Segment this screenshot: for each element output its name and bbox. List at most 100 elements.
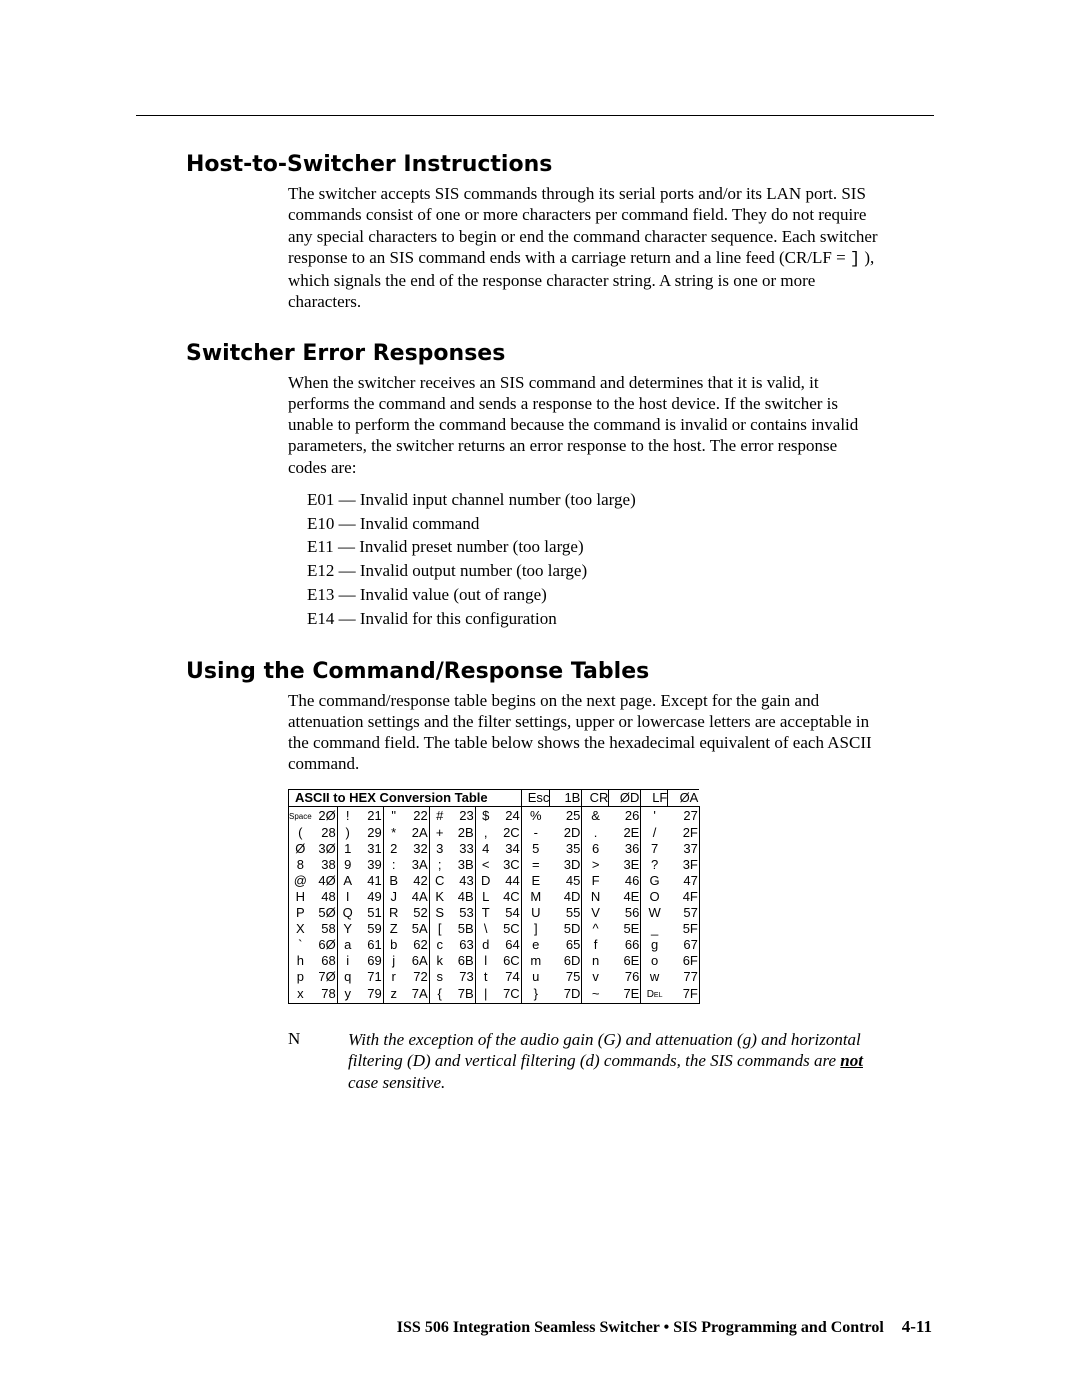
- ascii-cell-hex: 74: [496, 969, 522, 985]
- ascii-cell-hex: 65: [550, 937, 582, 953]
- ascii-cell-hex: 24: [496, 806, 522, 825]
- ascii-cell-hex: 6C: [496, 953, 522, 969]
- ascii-cell-hex: 64: [496, 937, 522, 953]
- ascii-cell-hex: 23: [450, 806, 476, 825]
- ascii-cell-hex: 36: [609, 841, 641, 857]
- ascii-cell-char: *: [383, 825, 404, 841]
- ascii-cell-hex: 58: [312, 921, 338, 937]
- ascii-cell-hex: 51: [358, 905, 384, 921]
- ascii-cell-hex: 7D: [550, 985, 582, 1004]
- ascii-cell-hex: 28: [312, 825, 338, 841]
- ascii-cell-char: H: [289, 889, 312, 905]
- ascii-cell-hex: 3A: [404, 857, 430, 873]
- ascii-cell-hex: 32: [404, 841, 430, 857]
- ascii-cell-hex: 38: [312, 857, 338, 873]
- ascii-cell-hex: 79: [358, 985, 384, 1004]
- ascii-cell-hex: 22: [404, 806, 430, 825]
- ascii-cell-hex: 7E: [609, 985, 641, 1004]
- ascii-cell-hex: 69: [358, 953, 384, 969]
- heading-host-to-switcher: Host-to-Switcher Instructions: [186, 152, 880, 177]
- ascii-cell-char: +: [429, 825, 450, 841]
- ascii-cell-hex: 63: [450, 937, 476, 953]
- ascii-cell-char: F: [582, 873, 609, 889]
- paragraph-tables-intro: The command/response table begins on the…: [288, 690, 880, 775]
- ascii-cell-hex: 5E: [609, 921, 641, 937]
- ascii-cell-char: ^: [582, 921, 609, 937]
- ascii-cell-char: j: [383, 953, 404, 969]
- crlf-symbol: ]: [850, 250, 860, 269]
- ascii-cell-char: /: [641, 825, 668, 841]
- note-label: N: [288, 1029, 348, 1049]
- ascii-cell-hex: 5Ø: [312, 905, 338, 921]
- note-text: With the exception of the audio gain (G)…: [348, 1029, 880, 1094]
- ascii-cell-char: J: [383, 889, 404, 905]
- ascii-cell-hex: 21: [358, 806, 384, 825]
- ascii-cell-hex: 6B: [450, 953, 476, 969]
- ascii-cell-char: ,: [475, 825, 496, 841]
- ascii-header-hex: 1B: [550, 789, 582, 806]
- ascii-cell-char: !: [337, 806, 358, 825]
- ascii-cell-char: O: [641, 889, 668, 905]
- ascii-cell-char: %: [521, 806, 550, 825]
- ascii-cell-char: L: [475, 889, 496, 905]
- ascii-cell-char: 1: [337, 841, 358, 857]
- ascii-cell-hex: 2Ø: [312, 806, 338, 825]
- ascii-cell-char: l: [475, 953, 496, 969]
- ascii-cell-char: M: [521, 889, 550, 905]
- ascii-cell-hex: 5F: [668, 921, 700, 937]
- ascii-cell-char: e: [521, 937, 550, 953]
- ascii-header-ch: CR: [582, 789, 609, 806]
- ascii-cell-hex: 72: [404, 969, 430, 985]
- ascii-cell-char: Del: [641, 985, 668, 1004]
- footer-page-number: 4-11: [902, 1317, 932, 1336]
- ascii-cell-hex: 25: [550, 806, 582, 825]
- ascii-cell-hex: 4D: [550, 889, 582, 905]
- ascii-cell-char: r: [383, 969, 404, 985]
- ascii-cell-char: g: [641, 937, 668, 953]
- ascii-cell-char: Space: [289, 806, 312, 825]
- ascii-cell-char: #: [429, 806, 450, 825]
- top-horizontal-rule: [136, 115, 934, 116]
- error-code-item: E12 — Invalid output number (too large): [307, 559, 880, 583]
- ascii-cell-char: ?: [641, 857, 668, 873]
- ascii-cell-char: c: [429, 937, 450, 953]
- heading-error-responses: Switcher Error Responses: [186, 341, 880, 366]
- error-code-item: E14 — Invalid for this configuration: [307, 607, 880, 631]
- page-footer: ISS 506 Integration Seamless Switcher • …: [0, 1317, 932, 1337]
- ascii-cell-hex: 3D: [550, 857, 582, 873]
- ascii-cell-char: `: [289, 937, 312, 953]
- ascii-cell-char: T: [475, 905, 496, 921]
- p1-part-a: The switcher accepts SIS commands throug…: [288, 184, 878, 267]
- p2-text: When the switcher receives an SIS comman…: [288, 373, 858, 477]
- heading-command-tables: Using the Command/Response Tables: [186, 659, 880, 684]
- ascii-cell-hex: 5B: [450, 921, 476, 937]
- ascii-cell-char: I: [337, 889, 358, 905]
- ascii-cell-hex: 43: [450, 873, 476, 889]
- ascii-cell-hex: 2E: [609, 825, 641, 841]
- ascii-cell-char: i: [337, 953, 358, 969]
- ascii-cell-hex: 4A: [404, 889, 430, 905]
- ascii-cell-char: (: [289, 825, 312, 841]
- ascii-cell-char: P: [289, 905, 312, 921]
- ascii-cell-hex: 59: [358, 921, 384, 937]
- ascii-cell-hex: 56: [609, 905, 641, 921]
- ascii-cell-hex: 3F: [668, 857, 700, 873]
- ascii-header-ch: Esc: [521, 789, 550, 806]
- ascii-hex-table-zone: ASCII to HEX Conversion TableEsc1BCRØDLF…: [288, 789, 880, 1009]
- ascii-cell-hex: 2A: [404, 825, 430, 841]
- ascii-cell-char: x: [289, 985, 312, 1004]
- ascii-cell-hex: 6Ø: [312, 937, 338, 953]
- ascii-cell-hex: 68: [312, 953, 338, 969]
- ascii-cell-char: Q: [337, 905, 358, 921]
- ascii-cell-char: ": [383, 806, 404, 825]
- ascii-cell-char: n: [582, 953, 609, 969]
- ascii-cell-hex: 6F: [668, 953, 700, 969]
- ascii-cell-hex: 52: [404, 905, 430, 921]
- ascii-cell-hex: 4E: [609, 889, 641, 905]
- ascii-cell-char: A: [337, 873, 358, 889]
- ascii-cell-hex: 6A: [404, 953, 430, 969]
- ascii-cell-char: 7: [641, 841, 668, 857]
- ascii-cell-char: B: [383, 873, 404, 889]
- paragraph-host-intro: The switcher accepts SIS commands throug…: [288, 183, 880, 313]
- ascii-cell-char: \: [475, 921, 496, 937]
